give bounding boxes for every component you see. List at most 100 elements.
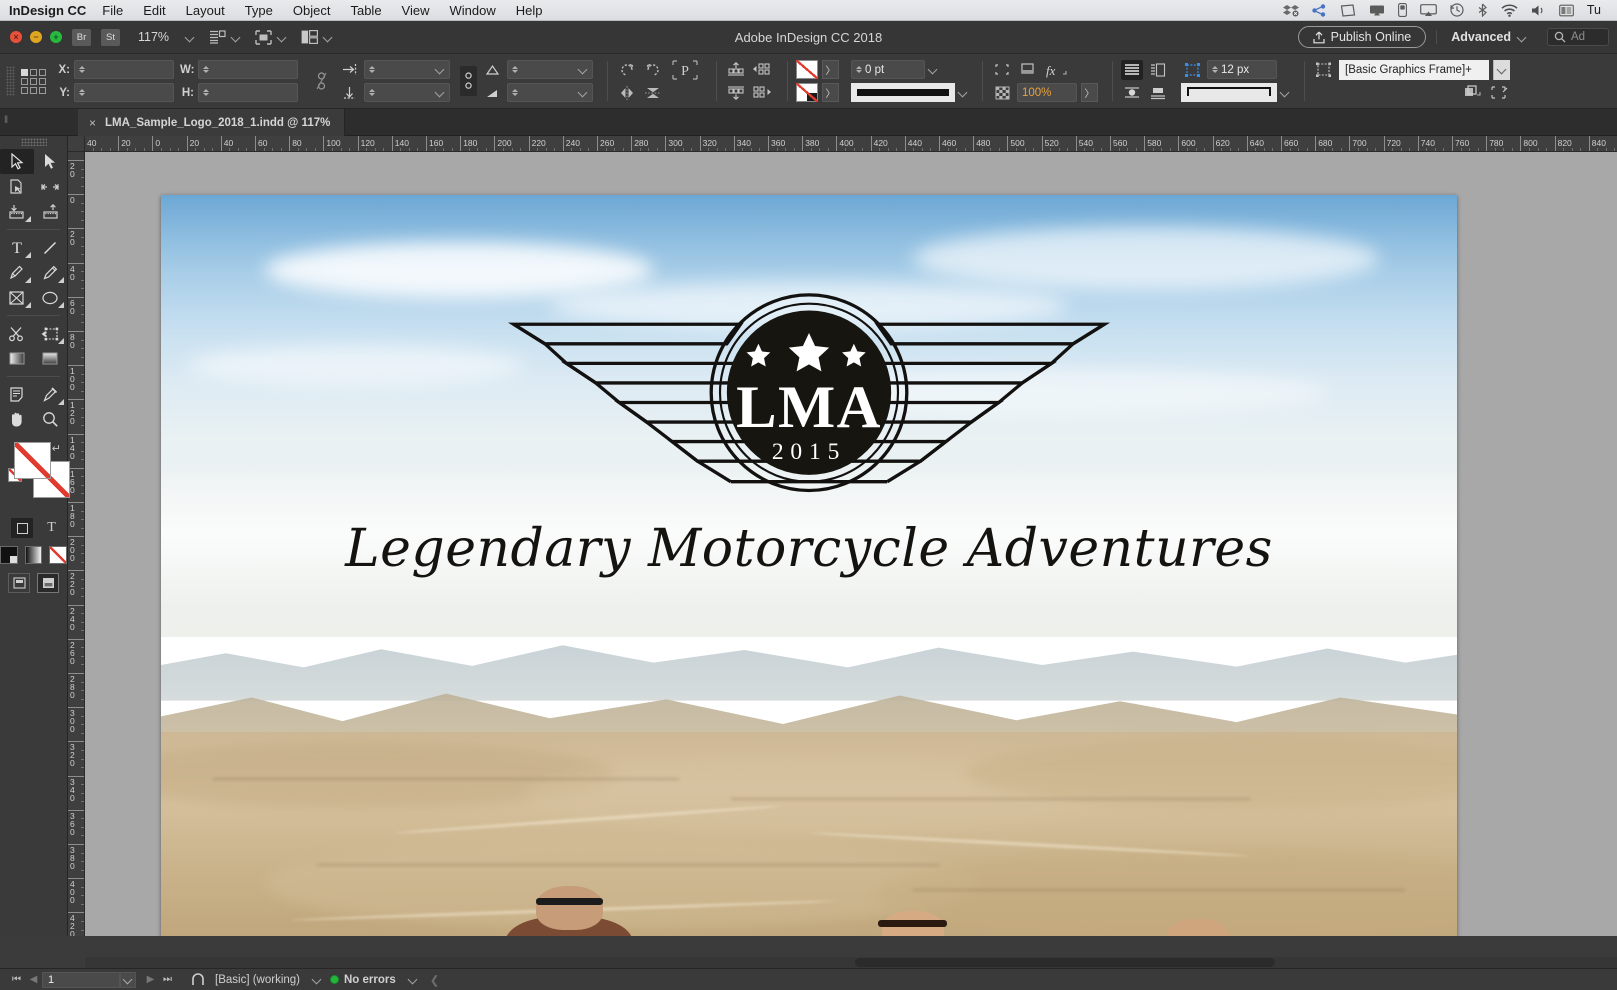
line-tool[interactable] xyxy=(34,235,68,260)
rotate-input[interactable] xyxy=(507,83,593,102)
quick-apply-icon[interactable] xyxy=(1488,83,1510,103)
opacity-input[interactable]: 100% xyxy=(1017,83,1077,102)
format-text-icon[interactable]: T xyxy=(47,520,56,536)
close-window-button[interactable]: × xyxy=(10,31,22,43)
first-page-icon[interactable]: ⏮ xyxy=(8,974,25,985)
preflight-profile-label[interactable]: [Basic] (working) xyxy=(215,974,300,986)
apply-gradient-icon[interactable] xyxy=(24,546,43,564)
stroke-dropdown-button[interactable]: 〉 xyxy=(822,83,839,102)
scale-y-stepper[interactable] xyxy=(369,89,375,96)
stroke-weight-chevron-down-icon[interactable] xyxy=(929,65,938,74)
time-machine-icon[interactable] xyxy=(1450,3,1464,17)
document-canvas[interactable]: LMA 2015 Legendary Motorcycle Adventures xyxy=(85,152,1617,936)
stroke-style-chevron-down-icon[interactable] xyxy=(959,88,968,97)
constrain-proportions-icon[interactable] xyxy=(310,71,332,91)
system-app-name[interactable]: InDesign CC xyxy=(9,3,86,18)
format-container-icon[interactable] xyxy=(11,518,34,538)
flip-horizontal-icon[interactable] xyxy=(616,83,638,103)
view-options-chevron-down-icon[interactable] xyxy=(232,33,241,42)
vertical-ruler[interactable]: 2002040608010012014016018020022024026028… xyxy=(68,152,85,936)
ref-point-mr[interactable] xyxy=(39,77,46,85)
headline-text[interactable]: Legendary Motorcycle Adventures xyxy=(161,519,1457,579)
page-number-input[interactable]: 1 xyxy=(42,971,120,988)
transform-tool-flyout-indicator[interactable] xyxy=(58,338,64,344)
w-input[interactable] xyxy=(198,60,298,79)
horizontal-ruler[interactable]: 40 20 0 20 40 60 80 100 120 140 160 180 200 220 240 260… xyxy=(68,136,1617,152)
object-style-value[interactable]: [Basic Graphics Frame]+ xyxy=(1339,59,1489,80)
tab-bar-grip[interactable]: ‖ xyxy=(4,115,8,126)
menu-window[interactable]: Window xyxy=(440,3,506,18)
keyboard-input-icon[interactable] xyxy=(1559,4,1574,17)
horizontal-scrollbar[interactable] xyxy=(85,957,1617,968)
reference-point-selector[interactable] xyxy=(21,68,46,94)
wrap-offset-input[interactable]: 12 px xyxy=(1207,60,1277,79)
direct-selection-tool[interactable] xyxy=(34,149,68,174)
preflight-chevron-down-icon[interactable] xyxy=(313,975,322,984)
eyedropper-tool-flyout-indicator[interactable] xyxy=(58,399,64,405)
screen-mode-chevron-down-icon[interactable] xyxy=(278,33,287,42)
distribute-horizontal-icon[interactable] xyxy=(751,60,773,80)
pencil-tool[interactable] xyxy=(34,260,68,285)
tools-panel-grip[interactable] xyxy=(20,138,47,146)
shear-input[interactable] xyxy=(507,60,593,79)
pen-tool-flyout-indicator[interactable] xyxy=(24,277,31,283)
w-stepper[interactable] xyxy=(203,66,209,73)
menu-table[interactable]: Table xyxy=(340,3,391,18)
free-transform-tool[interactable] xyxy=(34,321,68,346)
rotate-ccw-icon[interactable] xyxy=(642,60,664,80)
share-network-icon[interactable] xyxy=(1312,3,1327,17)
wrap-contour-chevron-down-icon[interactable] xyxy=(1281,88,1290,97)
scale-x-chevron-down-icon[interactable] xyxy=(436,65,445,74)
workspace-switcher[interactable]: Advanced xyxy=(1436,30,1541,44)
ref-point-tr[interactable] xyxy=(39,68,46,76)
document-page[interactable]: LMA 2015 Legendary Motorcycle Adventures xyxy=(161,195,1457,936)
volume-icon[interactable] xyxy=(1531,4,1546,17)
apply-none-icon[interactable] xyxy=(49,546,68,564)
y-stepper[interactable] xyxy=(79,89,85,96)
align-bottom-icon[interactable] xyxy=(725,83,747,103)
y-input[interactable] xyxy=(74,83,174,102)
opacity-dropdown-button[interactable]: 〉 xyxy=(1081,83,1098,102)
pen-tool[interactable] xyxy=(0,260,34,285)
wifi-icon[interactable] xyxy=(1501,3,1518,17)
stroke-style-preview[interactable] xyxy=(851,83,955,102)
screen-mode-icon[interactable] xyxy=(255,29,272,45)
publish-online-button[interactable]: Publish Online xyxy=(1297,26,1427,48)
ref-point-bc[interactable] xyxy=(30,86,37,94)
wrap-contour-preview[interactable] xyxy=(1181,83,1277,102)
ref-point-mc[interactable] xyxy=(30,77,37,85)
ref-point-br[interactable] xyxy=(39,86,46,94)
menu-object[interactable]: Object xyxy=(283,3,341,18)
dropbox-icon[interactable] xyxy=(1282,4,1299,17)
stock-button[interactable]: St xyxy=(101,28,120,46)
menu-type[interactable]: Type xyxy=(235,3,283,18)
horizontal-scrollbar-thumb[interactable] xyxy=(855,958,1275,967)
last-page-icon[interactable]: ⏭ xyxy=(159,974,176,985)
frame-tool-flyout-indicator[interactable] xyxy=(24,302,31,308)
page-tool[interactable] xyxy=(0,174,34,199)
scale-y-input[interactable] xyxy=(364,83,450,102)
pencil-tool-flyout-indicator[interactable] xyxy=(58,277,64,283)
zoom-chevron-down-icon[interactable] xyxy=(186,33,195,42)
display-icon[interactable] xyxy=(1340,3,1356,17)
menu-view[interactable]: View xyxy=(392,3,440,18)
eyedropper-tool[interactable] xyxy=(34,382,68,407)
control-panel-grip[interactable] xyxy=(6,66,15,96)
preflight-icon[interactable] xyxy=(186,972,210,987)
arrange-documents-icon[interactable] xyxy=(301,30,318,44)
minimize-window-button[interactable]: − xyxy=(30,31,42,43)
preview-mode-icon[interactable]: P xyxy=(668,59,702,80)
fill-swatch[interactable] xyxy=(796,60,818,79)
object-style-chevron-down-icon[interactable] xyxy=(1493,59,1510,80)
type-tool-flyout-indicator[interactable] xyxy=(24,252,31,258)
menu-file[interactable]: File xyxy=(92,3,133,18)
ref-point-tl[interactable] xyxy=(21,68,28,76)
gradient-feather-tool[interactable] xyxy=(34,346,68,371)
next-page-icon[interactable]: ▶ xyxy=(142,974,159,985)
apply-color-icon[interactable] xyxy=(0,546,18,564)
shear-chevron-down-icon[interactable] xyxy=(579,65,588,74)
fill-dropdown-button[interactable]: 〉 xyxy=(822,60,839,79)
scale-y-chevron-down-icon[interactable] xyxy=(436,88,445,97)
menu-help[interactable]: Help xyxy=(506,3,553,18)
flip-vertical-icon[interactable] xyxy=(642,83,664,103)
